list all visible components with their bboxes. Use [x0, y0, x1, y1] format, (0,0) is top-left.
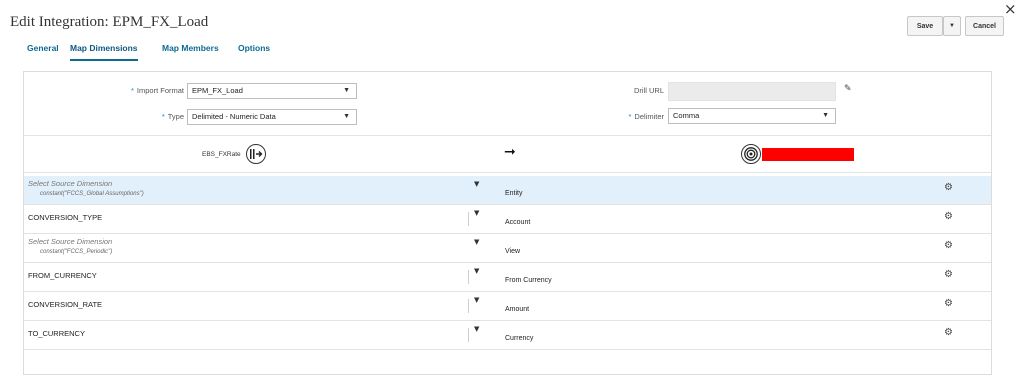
gear-icon[interactable]: ⚙ [944, 269, 953, 280]
gear-icon[interactable]: ⚙ [944, 327, 953, 338]
gear-icon[interactable]: ⚙ [944, 240, 953, 251]
chevron-down-icon: ▼ [822, 112, 829, 119]
target-dimension: From Currency [505, 277, 552, 284]
divider [468, 328, 469, 342]
table-row[interactable]: Select Source Dimension constant("FCCS_P… [24, 234, 991, 263]
redacted-target-name [762, 148, 854, 161]
chevron-down-icon: ▼ [343, 113, 350, 120]
table-row[interactable]: CONVERSION_RATE ▼ Amount ⚙ [24, 292, 991, 321]
close-icon[interactable]: × [1004, 0, 1017, 18]
gear-icon[interactable]: ⚙ [944, 298, 953, 309]
drill-url-field [668, 82, 836, 101]
tab-general[interactable]: General [27, 43, 59, 59]
type-label: * Type [161, 112, 184, 121]
save-options-dropdown-button[interactable]: ▼ [943, 16, 961, 36]
target-dimension: Entity [505, 190, 523, 197]
target-icon [741, 144, 761, 164]
tab-map-dimensions[interactable]: Map Dimensions [70, 43, 138, 61]
divider [468, 270, 469, 284]
source-application-label: EBS_FXRate [202, 151, 241, 158]
import-format-label: * Import Format [130, 86, 184, 95]
drill-url-label: Drill URL [634, 86, 664, 95]
target-dimension: View [505, 248, 521, 255]
source-expression: constant("FCCS_Periodic") [40, 249, 113, 255]
chevron-down-icon[interactable]: ▼ [474, 296, 479, 304]
divider [24, 172, 991, 173]
gear-icon[interactable]: ⚙ [944, 211, 953, 222]
page-title: Edit Integration: EPM_FX_Load [10, 14, 209, 30]
tab-map-members[interactable]: Map Members [162, 43, 219, 59]
table-row[interactable]: TO_CURRENCY ▼ Currency ⚙ [24, 321, 991, 350]
divider [24, 135, 991, 136]
chevron-down-icon[interactable]: ▼ [474, 180, 479, 188]
save-button[interactable]: Save [907, 16, 943, 36]
target-dimension: Account [505, 219, 531, 226]
cancel-button[interactable]: Cancel [965, 16, 1004, 36]
source-connector-icon [246, 144, 266, 164]
source-expression: constant("FCCS_Global Assumptions") [40, 191, 144, 197]
source-dimension-select[interactable]: CONVERSION_RATE [28, 300, 102, 309]
gear-icon[interactable]: ⚙ [944, 182, 953, 193]
source-dimension-select[interactable]: FROM_CURRENCY [28, 271, 97, 280]
tab-options[interactable]: Options [238, 43, 270, 59]
delimiter-label: * Delimiter [628, 112, 664, 121]
source-dimension-select[interactable]: TO_CURRENCY [28, 329, 85, 338]
table-row[interactable]: FROM_CURRENCY ▼ From Currency ⚙ [24, 263, 991, 292]
delimiter-select[interactable]: Comma ▼ [668, 108, 836, 124]
chevron-down-icon[interactable]: ▼ [474, 238, 479, 246]
source-dimension-select[interactable]: Select Source Dimension [28, 237, 112, 246]
arrow-right-icon: ➞ [504, 144, 516, 160]
import-format-select[interactable]: EPM_FX_Load ▼ [187, 83, 357, 99]
chevron-down-icon[interactable]: ▼ [474, 209, 479, 217]
target-dimension: Amount [505, 306, 530, 313]
table-row[interactable]: Select Source Dimension constant("FCCS_G… [24, 176, 991, 205]
type-select[interactable]: Delimited - Numeric Data ▼ [187, 109, 357, 125]
source-dimension-select[interactable]: Select Source Dimension [28, 179, 112, 188]
target-dimension: Currency [505, 335, 534, 342]
chevron-down-icon[interactable]: ▼ [474, 325, 479, 333]
divider [468, 299, 469, 313]
map-dimensions-panel: * Import Format EPM_FX_Load ▼ * Type Delimi… [23, 71, 992, 375]
table-row[interactable]: CONVERSION_TYPE ▼ Account ⚙ [24, 205, 991, 234]
edit-pencil-icon[interactable]: ✎ [844, 84, 852, 94]
divider [468, 212, 469, 226]
chevron-down-icon: ▼ [343, 87, 350, 94]
source-dimension-select[interactable]: CONVERSION_TYPE [28, 213, 102, 222]
chevron-down-icon[interactable]: ▼ [474, 267, 479, 275]
